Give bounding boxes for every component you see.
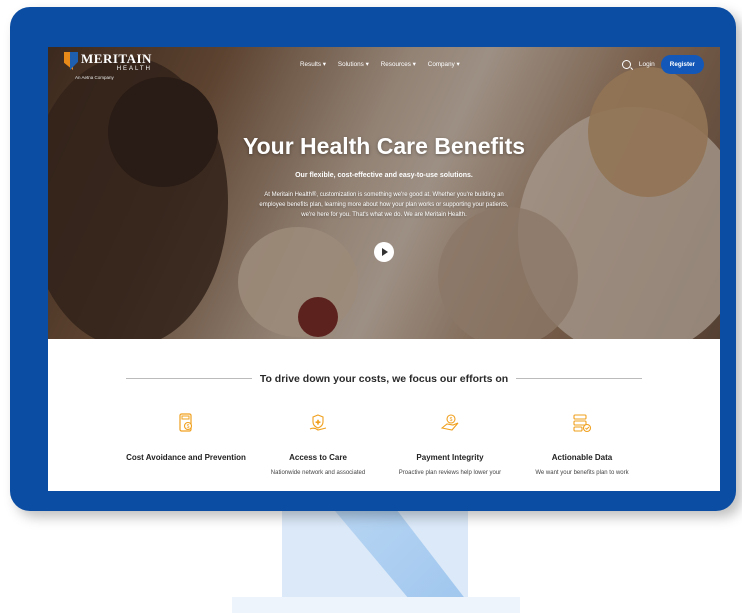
register-button[interactable]: Register xyxy=(660,55,704,74)
section-divider-right xyxy=(516,378,642,379)
search-icon[interactable] xyxy=(621,60,631,69)
svg-text:$: $ xyxy=(187,424,190,430)
data-list-check-icon xyxy=(573,414,592,433)
top-navigation: MERITAIN HEALTH An Aetna Company Results… xyxy=(48,47,720,83)
dollar-hand-icon: $ xyxy=(440,414,459,431)
main-menu: Results ▾ Solutions ▾ Resources ▾ Compan… xyxy=(300,61,460,68)
logo-tagline: An Aetna Company xyxy=(75,75,114,80)
features-row: $ Cost Avoidance and Prevention Access t… xyxy=(120,413,648,476)
feature-actionable-data[interactable]: Actionable Data We want your benefits pl… xyxy=(516,413,648,476)
website-screen: MERITAIN HEALTH An Aetna Company Results… xyxy=(48,47,720,491)
login-link[interactable]: Login xyxy=(639,61,655,68)
feature-cost-avoidance[interactable]: $ Cost Avoidance and Prevention xyxy=(120,413,252,476)
play-video-button[interactable] xyxy=(374,242,394,262)
meritain-logo-icon xyxy=(64,52,78,70)
menu-item-solutions[interactable]: Solutions ▾ xyxy=(338,61,369,68)
feature-title: Cost Avoidance and Prevention xyxy=(126,453,246,462)
section-title: To drive down your costs, we focus our e… xyxy=(259,373,509,385)
feature-desc: We want your benefits plan to work xyxy=(535,470,629,476)
site-logo[interactable]: MERITAIN HEALTH An Aetna Company xyxy=(64,52,152,81)
feature-title: Payment Integrity xyxy=(416,453,484,462)
menu-item-results[interactable]: Results ▾ xyxy=(300,61,326,68)
hero-title: Your Health Care Benefits xyxy=(242,133,526,159)
menu-item-company[interactable]: Company ▾ xyxy=(428,61,460,68)
hero-subtitle: Our flexible, cost-effective and easy-to… xyxy=(295,172,473,179)
feature-desc: Nationwide network and associated xyxy=(270,470,366,476)
feature-title: Actionable Data xyxy=(551,453,613,462)
logo-text: MERITAIN HEALTH An Aetna Company xyxy=(75,51,152,81)
hero-section: MERITAIN HEALTH An Aetna Company Results… xyxy=(48,47,720,339)
hero-body: At Meritain Health®, customization is so… xyxy=(259,192,509,218)
monitor-base xyxy=(232,597,520,613)
feature-desc: Proactive plan reviews help lower your xyxy=(398,470,502,476)
svg-text:$: $ xyxy=(450,417,453,423)
logo-sub: HEALTH xyxy=(116,66,152,72)
feature-payment-integrity[interactable]: $ Payment Integrity Proactive plan revie… xyxy=(384,413,516,476)
shield-hand-icon xyxy=(309,414,327,431)
menu-item-resources[interactable]: Resources ▾ xyxy=(381,61,416,68)
feature-access-to-care[interactable]: Access to Care Nationwide network and as… xyxy=(252,413,384,476)
monitor-frame: MERITAIN HEALTH An Aetna Company Results… xyxy=(10,7,736,511)
feature-title: Access to Care xyxy=(289,453,347,462)
calculator-dollar-icon: $ xyxy=(179,413,193,432)
account-nav: Login Register xyxy=(621,55,704,74)
logo-name: MERITAIN xyxy=(81,51,152,66)
